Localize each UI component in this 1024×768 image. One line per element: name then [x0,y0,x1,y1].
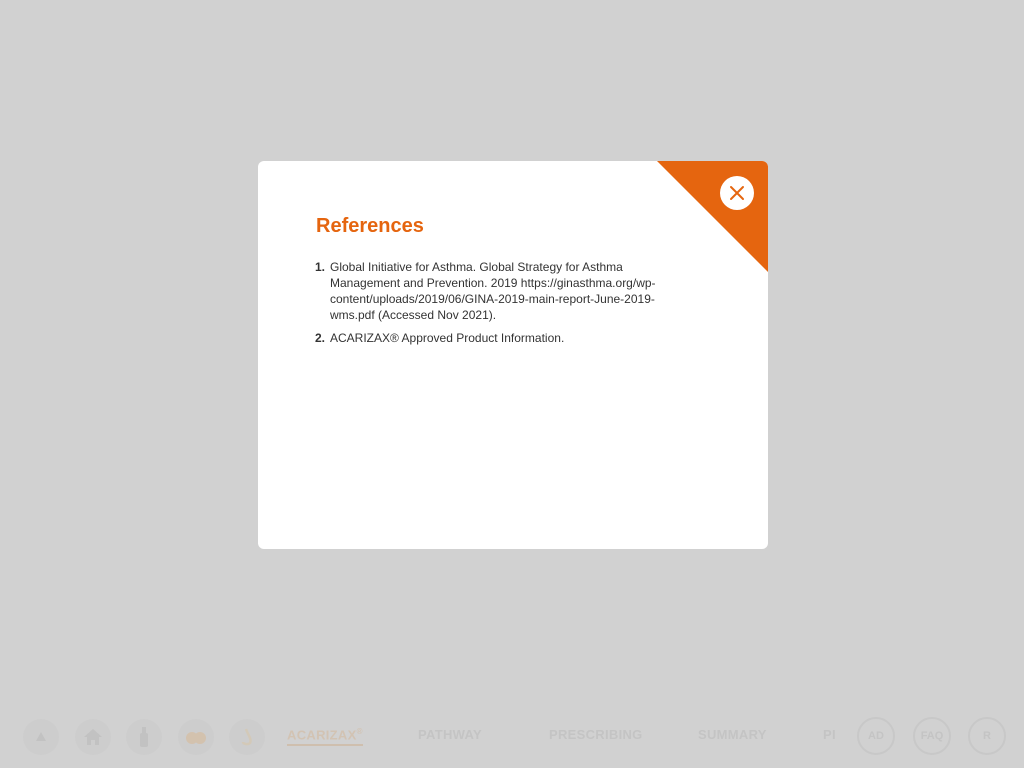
ad-button[interactable]: AD [857,717,895,755]
nav-link-pathway[interactable]: PATHWAY [418,727,482,742]
home-icon[interactable] [75,719,111,755]
nav-link-label: ACARIZAX [287,727,357,743]
nav-link-acarizax[interactable]: ACARIZAX® [287,727,363,747]
bottom-nav: ACARIZAX® PATHWAY PRESCRIBING SUMMARY PI… [0,706,1024,768]
corner-accent [657,161,768,272]
nav-link-summary[interactable]: SUMMARY [698,727,767,742]
close-icon [730,186,744,200]
reference-number: 2. [315,331,326,345]
up-arrow-icon[interactable] [23,719,59,755]
r-button[interactable]: R [968,717,1006,755]
lungs-icon[interactable] [178,719,214,755]
nav-link-pi[interactable]: PI [823,727,836,742]
faq-button[interactable]: FAQ [913,717,951,755]
reference-list: 1. Global Initiative for Asthma. Global … [315,259,685,353]
close-button[interactable] [720,176,754,210]
nav-link-prescribing[interactable]: PRESCRIBING [549,727,643,742]
modal-title: References [316,215,424,237]
reference-item: 1. Global Initiative for Asthma. Global … [315,259,685,323]
registered-mark: ® [356,727,363,736]
reference-item: 2. ACARIZAX® Approved Product Informatio… [315,330,685,346]
reference-number: 1. [315,260,326,274]
references-modal: References 1. Global Initiative for Asth… [258,161,768,549]
reference-text: Global Initiative for Asthma. Global Str… [330,260,656,322]
reference-text: ACARIZAX® Approved Product Information. [330,331,565,345]
bottle-icon[interactable] [126,719,162,755]
nose-icon[interactable] [229,719,265,755]
